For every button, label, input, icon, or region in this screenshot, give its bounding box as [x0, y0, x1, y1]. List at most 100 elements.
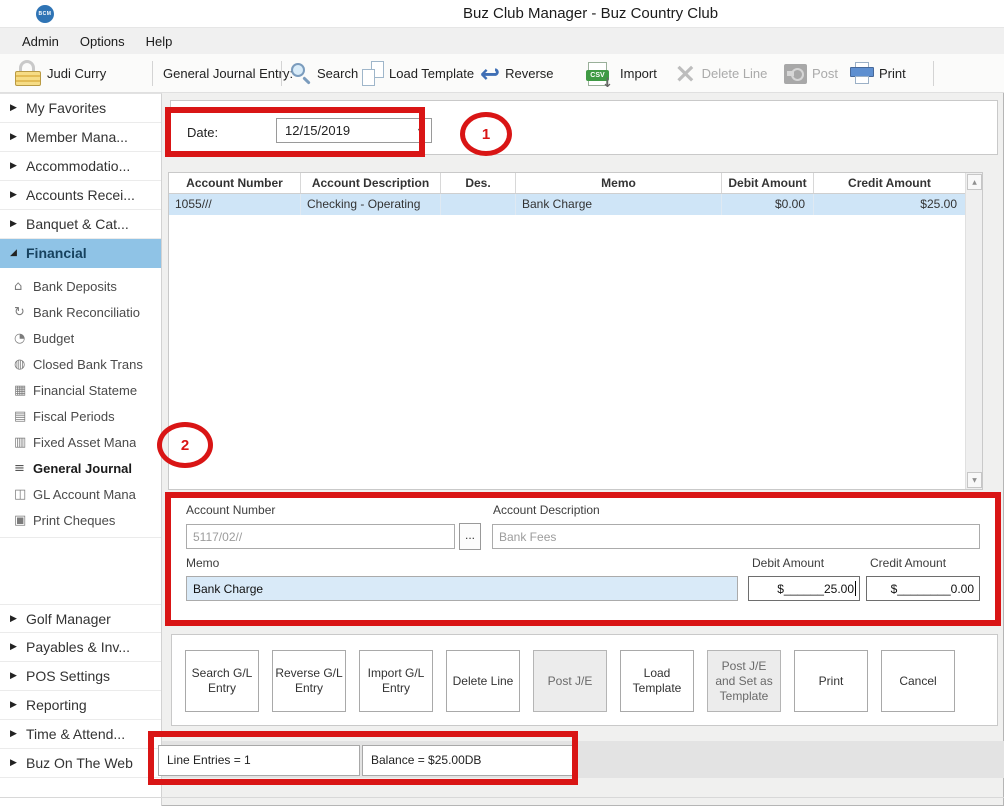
reverse-icon: ↩ [480, 59, 501, 88]
cell-credit-amount: $25.00 [920, 197, 957, 211]
title-bar: BCM Buz Club Manager - Buz Country Club [0, 0, 1004, 28]
account-number-field[interactable]: 5117/02// [186, 524, 455, 549]
sidebar-subitem-label: GL Account Mana [33, 486, 136, 502]
sidebar-item-budget[interactable]: ◔ Budget [0, 325, 161, 351]
toolbar-separator [281, 61, 282, 86]
credit-amount-value: $________0.00 [890, 581, 974, 596]
search-gl-entry-button[interactable]: Search G/L Entry [185, 650, 259, 712]
sidebar-item-fixed-asset-management[interactable]: ▥ Fixed Asset Mana [0, 429, 161, 455]
reverse-label: Reverse [505, 66, 554, 81]
sidebar-item-print-cheques[interactable]: ▣ Print Cheques [0, 507, 161, 533]
sidebar-item-gl-account-management[interactable]: ◫ GL Account Mana [0, 481, 161, 507]
app-logo-text: BCM [38, 11, 52, 17]
action-button-panel: Search G/L Entry Reverse G/L Entry Impor… [171, 634, 998, 726]
debit-amount-field[interactable]: $______25.00 [748, 576, 860, 601]
print-cheques-icon: ▣ [14, 512, 27, 528]
user-badge[interactable]: Judi Curry [14, 54, 106, 93]
sidebar-subitem-label: Fixed Asset Mana [33, 434, 137, 450]
import-button[interactable]: CSV ↓ Import [586, 54, 657, 93]
memo-field[interactable]: Bank Charge [186, 576, 738, 601]
delete-line-button[interactable]: × Delete Line [674, 54, 767, 93]
sidebar-item-financial-statements[interactable]: ▦ Financial Stateme [0, 377, 161, 403]
toolbar-separator [152, 61, 153, 86]
menu-bar: Admin Options Help [0, 28, 1004, 54]
reverse-gl-entry-button[interactable]: Reverse G/L Entry [272, 650, 346, 712]
sidebar-item-golf-manager[interactable]: ▶ Golf Manager [0, 604, 161, 633]
chevron-right-icon: ▶ [10, 671, 17, 681]
print-label: Print [879, 66, 906, 81]
menu-help[interactable]: Help [146, 34, 173, 49]
sidebar-item-label: Banquet & Cat... [26, 216, 129, 232]
load-template-label: Load Template [389, 66, 475, 81]
chevron-right-icon: ▶ [10, 103, 17, 113]
account-browse-button[interactable]: ... [459, 523, 481, 550]
sidebar-item-general-journal[interactable]: ≡ General Journal [0, 455, 161, 481]
financial-statements-icon: ▦ [14, 382, 27, 398]
sidebar-item-label: Accommodatio... [26, 158, 131, 174]
window-title: Buz Club Manager - Buz Country Club [463, 5, 719, 22]
sidebar-subitem-label: General Journal [33, 460, 132, 476]
delete-line-button[interactable]: Delete Line [446, 650, 520, 712]
sidebar-item-member-management[interactable]: ▶ Member Mana... [0, 123, 161, 152]
menu-options[interactable]: Options [80, 34, 125, 49]
reverse-button[interactable]: ↩ Reverse [480, 54, 554, 93]
debit-amount-value: $______25.00 [777, 581, 854, 596]
table-row[interactable]: 1055/// Checking - Operating Bank Charge… [169, 194, 982, 215]
post-je-set-template-button[interactable]: Post J/E and Set as Template [707, 650, 781, 712]
menu-admin[interactable]: Admin [22, 34, 59, 49]
sidebar-item-banquet-catering[interactable]: ▶ Banquet & Cat... [0, 210, 161, 239]
sidebar-item-my-favorites[interactable]: ▶ My Favorites [0, 94, 161, 123]
col-account-description[interactable]: Account Description [301, 173, 441, 193]
sidebar-item-financial[interactable]: ◢ Financial [0, 239, 161, 268]
sidebar-item-closed-bank-trans[interactable]: ◍ Closed Bank Trans [0, 351, 161, 377]
scroll-up-icon[interactable]: ▲ [967, 174, 982, 190]
cell-account-description: Checking - Operating [301, 194, 441, 215]
credit-amount-label: Credit Amount [870, 556, 947, 570]
sidebar-item-bank-reconciliation[interactable]: ↻ Bank Reconciliatio [0, 299, 161, 325]
general-journal-icon: ≡ [14, 460, 25, 476]
text-caret [855, 581, 856, 596]
date-label: Date: [187, 125, 219, 140]
print-icon [850, 62, 874, 85]
col-debit-amount[interactable]: Debit Amount [722, 173, 814, 193]
cell-account-number: 1055/// [169, 194, 301, 215]
chevron-right-icon: ▶ [10, 700, 17, 710]
sidebar-item-pos-settings[interactable]: ▶ POS Settings [0, 662, 161, 691]
account-description-field[interactable]: Bank Fees [492, 524, 980, 549]
col-credit-amount[interactable]: Credit Amount [814, 173, 965, 193]
sidebar-item-bank-deposits[interactable]: ⌂ Bank Deposits [0, 273, 161, 299]
search-button[interactable]: Search [290, 54, 358, 93]
post-je-button[interactable]: Post J/E [533, 650, 607, 712]
sidebar-item-reporting[interactable]: ▶ Reporting [0, 691, 161, 720]
vertical-scrollbar[interactable]: ▲ ▼ [965, 173, 982, 489]
import-gl-entry-button[interactable]: Import G/L Entry [359, 650, 433, 712]
date-panel: Date: 12/15/2019 ▼ [170, 100, 998, 155]
sidebar-item-accommodation[interactable]: ▶ Accommodatio... [0, 152, 161, 181]
cancel-button[interactable]: Cancel [881, 650, 955, 712]
gl-account-icon: ◫ [14, 486, 27, 502]
print-button[interactable]: Print [794, 650, 868, 712]
sidebar-item-accounts-receivable[interactable]: ▶ Accounts Recei... [0, 181, 161, 210]
closed-bank-trans-icon: ◍ [14, 356, 26, 372]
sidebar-item-payables-invoicing[interactable]: ▶ Payables & Inv... [0, 633, 161, 662]
journal-table: Account Number Account Description Des. … [168, 172, 983, 490]
sidebar-item-fiscal-periods[interactable]: ▤ Fiscal Periods [0, 403, 161, 429]
sidebar-item-time-attendance[interactable]: ▶ Time & Attend... [0, 720, 161, 749]
date-picker[interactable]: 12/15/2019 ▼ [276, 118, 432, 143]
credit-amount-field[interactable]: $________0.00 [866, 576, 980, 601]
account-description-value: Bank Fees [499, 529, 557, 544]
load-template-button[interactable]: Load Template [620, 650, 694, 712]
post-button[interactable]: Post [784, 54, 838, 93]
user-name-label: Judi Curry [47, 66, 107, 81]
scroll-down-icon[interactable]: ▼ [967, 472, 982, 488]
chevron-right-icon: ▶ [10, 613, 17, 624]
sidebar-subitem-label: Print Cheques [33, 512, 116, 528]
col-des[interactable]: Des. [441, 173, 516, 193]
col-memo[interactable]: Memo [516, 173, 722, 193]
print-button[interactable]: Print [850, 54, 906, 93]
load-template-button[interactable]: Load Template [362, 54, 474, 93]
sidebar-item-buz-on-the-web[interactable]: ▶ Buz On The Web [0, 749, 161, 778]
account-description-label: Account Description [493, 503, 600, 517]
col-account-number[interactable]: Account Number [169, 173, 301, 193]
